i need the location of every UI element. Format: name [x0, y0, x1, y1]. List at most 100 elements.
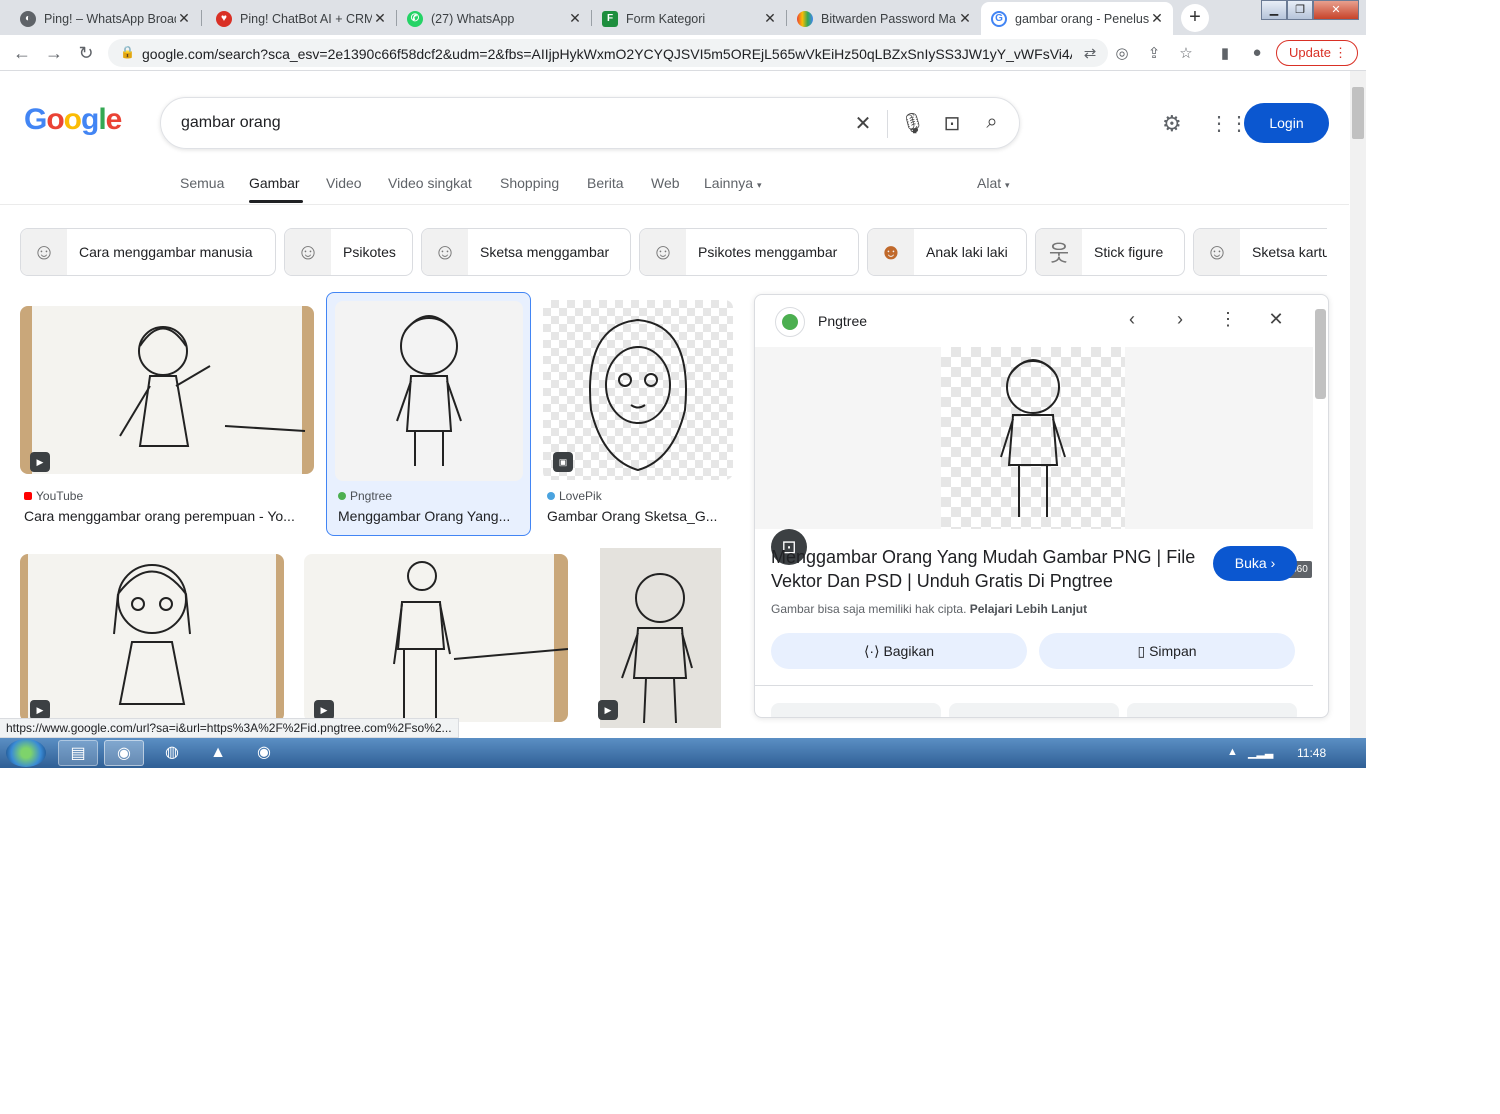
search-icon[interactable]: ⌕	[980, 111, 1004, 134]
chrome-icon[interactable]: ◉	[244, 740, 284, 766]
result-item[interactable]: ▶ YouTube Cara menggambar orang perempua…	[20, 306, 314, 530]
result-caption[interactable]: Gambar Orang Sketsa_G...	[547, 508, 733, 524]
maximize-button[interactable]: ❐	[1287, 0, 1313, 20]
star-icon[interactable]: ☆	[1176, 44, 1196, 62]
tab-video-singkat[interactable]: Video singkat	[388, 175, 472, 191]
chip-psikotes[interactable]: ☺ Psikotes	[284, 228, 413, 276]
tab-semua[interactable]: Semua	[180, 175, 224, 191]
app-triangle-icon[interactable]: ▲	[198, 740, 238, 766]
rainbow-icon	[797, 10, 813, 27]
browser-tab[interactable]: Bitwarden Password Ma ✕	[787, 2, 981, 35]
image-badge-icon: ▣	[553, 452, 573, 472]
more-vert-icon[interactable]: ⋮	[1216, 309, 1240, 330]
search-input[interactable]: gambar orang	[181, 114, 281, 132]
tools-button[interactable]: Alat ▾	[977, 175, 1010, 191]
close-icon[interactable]: ✕	[176, 10, 192, 27]
tab-video[interactable]: Video	[326, 175, 362, 191]
chip-sketsa-kartun[interactable]: ☺ Sketsa kartu	[1193, 228, 1327, 276]
whatsapp-icon: ✆	[407, 10, 423, 27]
firefox-icon[interactable]: ◍	[152, 740, 192, 766]
related-image[interactable]	[949, 703, 1119, 717]
panel-source[interactable]: Pngtree	[818, 313, 867, 329]
share-button[interactable]: ⟨·⟩ Bagikan	[771, 633, 1027, 669]
open-button[interactable]: Buka ›	[1213, 546, 1297, 581]
mic-icon[interactable]: 🎙	[900, 111, 925, 136]
chevron-right-icon[interactable]: ›	[1168, 309, 1192, 330]
result-thumbnail[interactable]: ▣	[543, 300, 733, 480]
translate-icon[interactable]: ⇄	[1080, 44, 1100, 62]
close-icon[interactable]: ✕	[1149, 10, 1165, 27]
address-bar[interactable]: 🔒 google.com/search?sca_esv=2e1390c66f58…	[108, 39, 1108, 67]
close-icon[interactable]: ✕	[372, 10, 388, 27]
close-icon[interactable]: ✕	[957, 10, 973, 27]
back-button[interactable]: ←	[10, 41, 34, 65]
reload-button[interactable]: ↻	[74, 41, 98, 65]
browser-toolbar: ← → ↻ 🔒 google.com/search?sca_esv=2e1390…	[0, 35, 1366, 71]
related-image[interactable]	[1127, 703, 1297, 717]
browser-tab[interactable]: ✆ (27) WhatsApp ✕	[397, 2, 591, 35]
tab-web[interactable]: Web	[651, 175, 680, 191]
result-item[interactable]: ▣ LovePik Gambar Orang Sketsa_G...	[543, 300, 733, 530]
result-thumbnail[interactable]: ▶	[20, 554, 284, 722]
lovepik-icon	[547, 492, 555, 500]
save-button[interactable]: ▯ Simpan	[1039, 633, 1295, 669]
tab-berita[interactable]: Berita	[587, 175, 624, 191]
result-item[interactable]: ▶	[304, 554, 568, 722]
learn-more-link[interactable]: Pelajari Lebih Lanjut	[970, 602, 1087, 616]
chevron-left-icon[interactable]: ‹	[1120, 309, 1144, 330]
result-thumbnail[interactable]	[335, 301, 523, 481]
scrollbar-thumb[interactable]	[1352, 87, 1364, 139]
eye-off-icon[interactable]: ◎	[1112, 44, 1132, 62]
browser-tab[interactable]: ◐ Ping! – WhatsApp Broad ✕	[0, 2, 200, 35]
chip-psikotes-menggambar[interactable]: ☺ Psikotes menggambar	[639, 228, 859, 276]
result-caption[interactable]: Cara menggambar orang perempuan - Yo...	[24, 508, 314, 524]
panel-image[interactable]: ⊡ 360 × 360	[755, 347, 1313, 578]
panel-scrollbar[interactable]	[1315, 309, 1326, 399]
active-tab-indicator	[249, 200, 303, 203]
close-window-button[interactable]: ✕	[1313, 0, 1359, 20]
google-logo[interactable]: Google	[24, 103, 122, 137]
close-icon[interactable]: ✕	[1264, 309, 1288, 330]
tab-gambar[interactable]: Gambar	[249, 175, 300, 191]
browser-tab[interactable]: ♥ Ping! ChatBot AI + CRM ✕	[202, 2, 396, 35]
login-button[interactable]: Login	[1244, 103, 1329, 143]
result-source: Pngtree	[338, 489, 392, 503]
result-thumbnail[interactable]: ▶	[304, 554, 568, 722]
search-box[interactable]: gambar orang ✕ 🎙 ⊡ ⌕	[160, 97, 1020, 149]
panel-title[interactable]: Menggambar Orang Yang Mudah Gambar PNG |…	[771, 545, 1211, 593]
chip-stick-figure[interactable]: 웃 Stick figure	[1035, 228, 1185, 276]
file-explorer-icon[interactable]: ▤	[58, 740, 98, 766]
new-tab-button[interactable]: +	[1181, 4, 1209, 32]
browser-tab-active[interactable]: G gambar orang - Penelus ✕	[981, 2, 1173, 35]
tab-shopping[interactable]: Shopping	[500, 175, 559, 191]
update-button[interactable]: Update ⋮	[1276, 40, 1358, 66]
share-icon[interactable]: ⇪	[1144, 44, 1164, 62]
chrome-icon[interactable]: ◉	[104, 740, 144, 766]
chip-sketsa-menggambar[interactable]: ☺ Sketsa menggambar	[421, 228, 631, 276]
related-image[interactable]	[771, 703, 941, 717]
close-icon[interactable]: ✕	[567, 10, 583, 27]
clock[interactable]: 11:48	[1297, 746, 1326, 760]
lens-icon[interactable]: ⊡	[940, 111, 964, 136]
result-thumbnail[interactable]: ▶	[588, 548, 733, 728]
result-caption[interactable]: Menggambar Orang Yang...	[338, 508, 523, 524]
gear-icon[interactable]: ⚙	[1162, 111, 1182, 137]
result-item[interactable]: ▶	[588, 548, 733, 728]
result-item[interactable]: ▶	[20, 554, 284, 722]
clear-icon[interactable]: ✕	[851, 111, 875, 136]
tab-title: Bitwarden Password Ma	[821, 11, 956, 26]
profile-icon[interactable]: ●	[1247, 44, 1267, 61]
chip-anak-laki-laki[interactable]: ☻ Anak laki laki	[867, 228, 1027, 276]
tab-lainnya[interactable]: Lainnya ▾	[704, 175, 761, 191]
minimize-button[interactable]: ▁	[1261, 0, 1287, 20]
result-thumbnail[interactable]: ▶	[20, 306, 314, 474]
tray-arrow-icon[interactable]: ▲	[1227, 746, 1238, 758]
sidepanel-icon[interactable]: ▮	[1215, 44, 1235, 62]
result-item-selected[interactable]: Pngtree Menggambar Orang Yang...	[326, 292, 531, 536]
close-icon[interactable]: ✕	[762, 10, 778, 27]
start-button[interactable]	[6, 739, 46, 767]
browser-tab[interactable]: F Form Kategori ✕	[592, 2, 786, 35]
forward-button[interactable]: →	[42, 41, 66, 65]
chip-cara-menggambar-manusia[interactable]: ☺ Cara menggambar manusia	[20, 228, 276, 276]
page-scrollbar[interactable]	[1350, 71, 1366, 738]
